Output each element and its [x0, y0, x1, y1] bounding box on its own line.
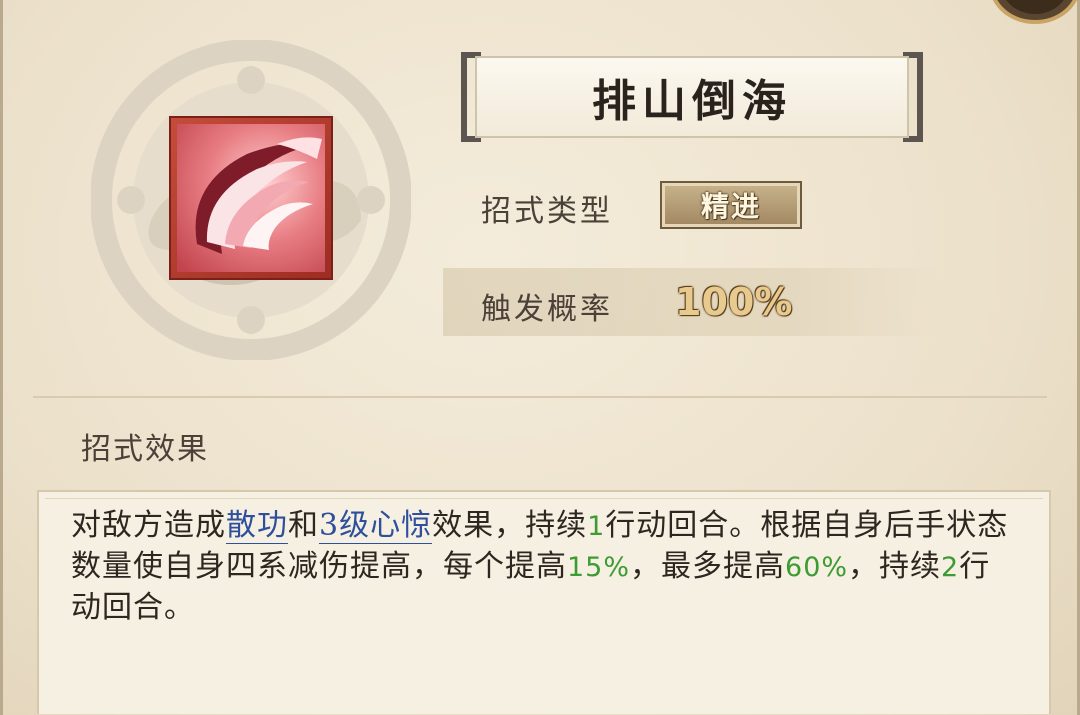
- probability-value: 100%: [675, 280, 793, 324]
- title-box: 排山倒海: [475, 56, 909, 138]
- desc-number: 15%: [567, 552, 631, 583]
- crimson-slash-icon: [177, 124, 325, 272]
- desc-text: 和: [288, 508, 319, 543]
- keyword-link-sangong[interactable]: 散功: [226, 508, 288, 544]
- desc-text: 效果，持续: [432, 508, 588, 543]
- skill-title-frame: 排山倒海: [461, 52, 923, 142]
- keyword-link-xinjing[interactable]: 3级心惊: [319, 508, 433, 544]
- play-button-icon[interactable]: [987, 0, 1080, 24]
- desc-number: 1: [587, 511, 606, 542]
- effect-description: 对敌方造成散功和3级心惊效果，持续1行动回合。根据自身后手状态数量使自身四系减伤…: [71, 506, 1021, 628]
- type-badge: 精进: [660, 181, 802, 229]
- skill-name: 排山倒海: [592, 76, 792, 127]
- effect-description-box: 对敌方造成散功和3级心惊效果，持续1行动回合。根据自身后手状态数量使自身四系减伤…: [37, 490, 1051, 714]
- divider: [33, 396, 1047, 398]
- desc-text: ，持续: [848, 549, 942, 584]
- type-label: 招式类型: [481, 194, 613, 229]
- effect-section-label: 招式效果: [81, 432, 209, 467]
- desc-text: 对敌方造成: [71, 508, 226, 543]
- desc-text: ，最多提高: [630, 549, 786, 584]
- desc-number: 60%: [785, 552, 849, 583]
- skill-icon: [171, 118, 331, 278]
- probability-label: 触发概率: [481, 292, 613, 327]
- skill-detail-panel: 排山倒海 招式类型 精进 触发概率 100% 招式效果 对敌方造成散功和3级心惊…: [0, 0, 1080, 715]
- desc-number: 2: [941, 552, 960, 583]
